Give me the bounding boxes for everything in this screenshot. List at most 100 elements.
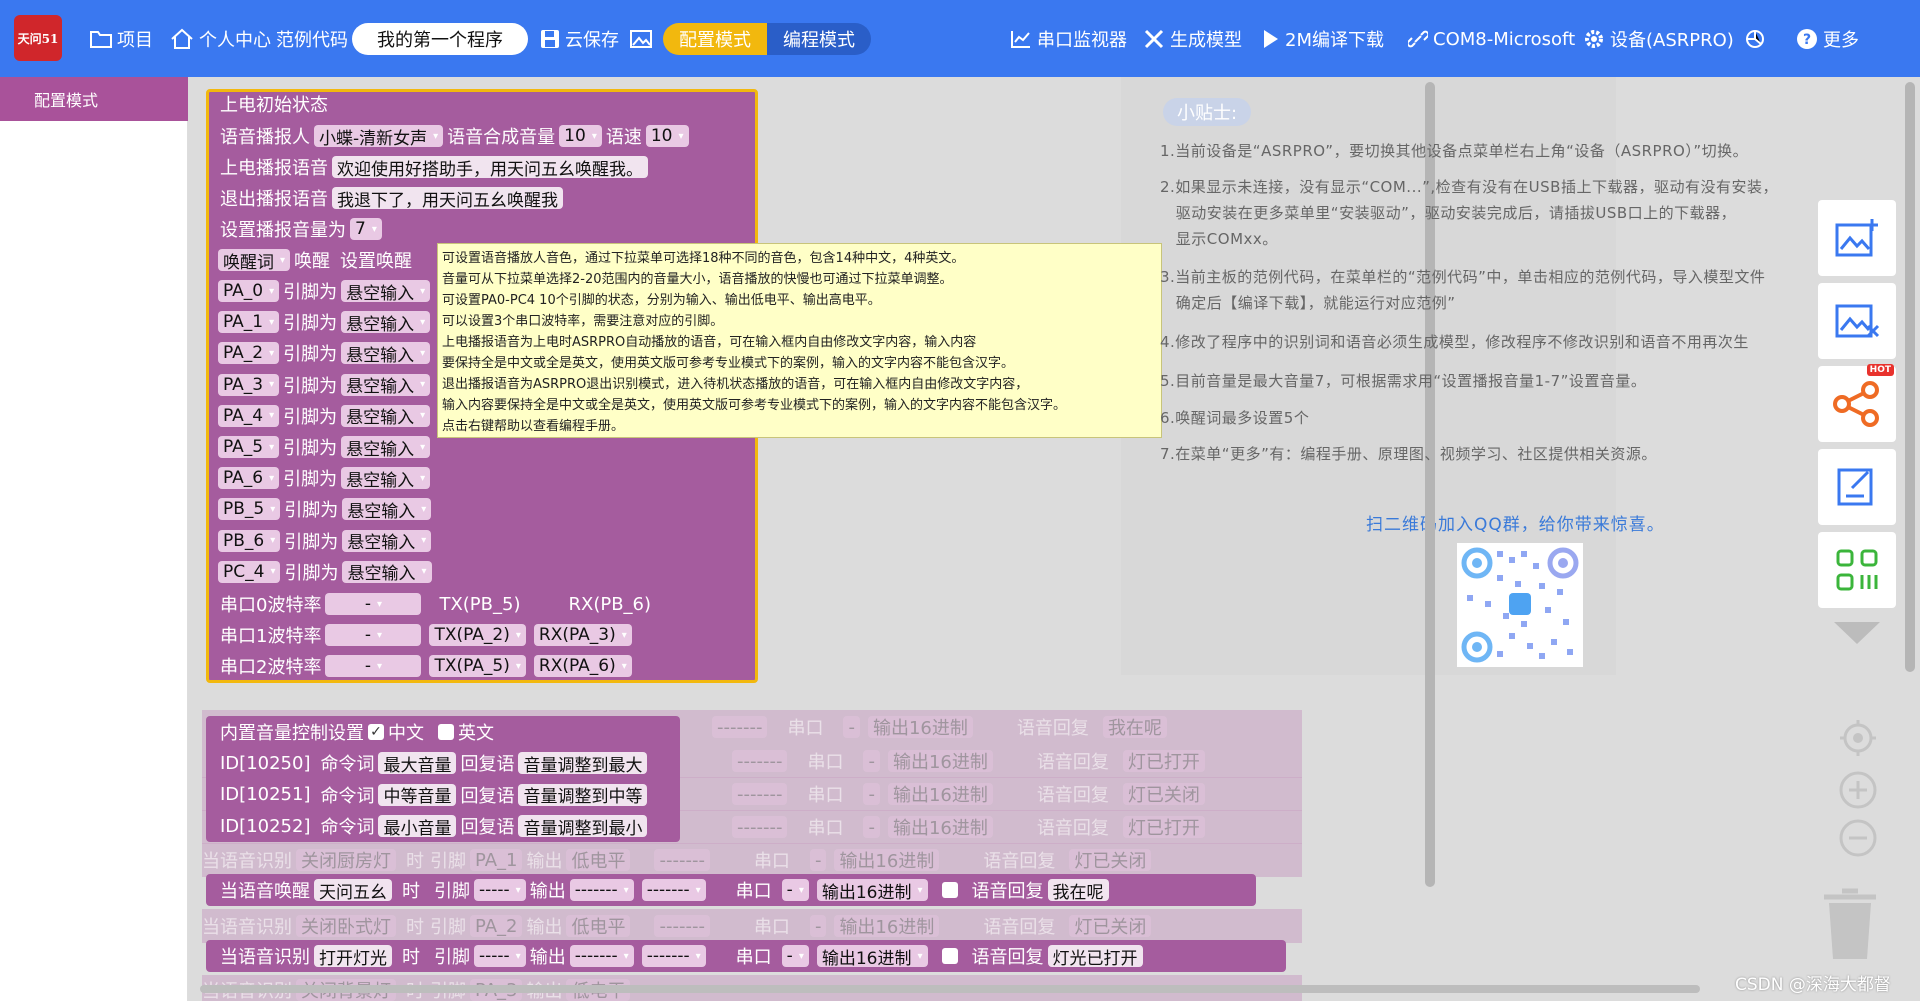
top-menu-bar: 天问51 项目 个人中心 范例代码 我的第一个程序 云保存 配置模式 编程模式 … [0,0,1920,77]
volume-cmd-row: ID[10252] 命令词 最小音量 回复语 音量调整到最小 [220,813,651,839]
wake-output2-dropdown[interactable]: ------- [641,879,706,901]
qr-tool-button[interactable] [1818,532,1896,608]
volume-cmd-row: ID[10250] 命令词 最大音量 回复语 音量调整到最大 [220,750,651,776]
serial-monitor-button[interactable]: 串口监视器 [1010,22,1127,56]
device-selector[interactable]: 设备(ASRPRO) [1583,22,1734,56]
zoom-in-icon[interactable] [1838,770,1878,810]
pin-dropdown[interactable]: PA_6 [218,467,280,490]
pin-mode-dropdown[interactable]: 悬空输入 [342,498,432,522]
volume-dropdown[interactable]: 7 [350,218,382,240]
image-button[interactable] [630,22,657,56]
recog-block-row: 当语音识别 打开灯光 时 引脚 ----- 输出 ------- -------… [220,943,1147,969]
left-category-panel: 配置模式 [0,77,188,1001]
port-selector[interactable]: COM8-Microsoft [1408,22,1575,56]
chinese-checkbox[interactable]: ✓ [368,724,384,740]
config-mode-tab[interactable]: 配置模式 [663,23,767,55]
generate-model-button[interactable]: 生成模型 [1143,22,1242,56]
project-menu[interactable]: 项目 [90,22,153,56]
uart1-tx-dropdown[interactable]: TX(PA_2) [429,624,526,646]
recog-hex-checkbox[interactable] [941,948,958,964]
announcer-dropdown[interactable]: 小蝶-清新女声 [314,125,444,149]
wake-hex-checkbox[interactable] [941,882,958,898]
recog-output-dropdown[interactable]: ------- [569,945,634,967]
uart2-baud-dropdown[interactable]: - [325,655,422,677]
volume-block-title-row: 内置音量控制设置 ✓ 中文 英文 [220,723,494,744]
center-icon[interactable] [1838,718,1878,758]
cloud-save-button[interactable]: 云保存 [540,22,619,56]
wake-uart-dropdown[interactable]: - [781,879,809,901]
qq-group-text[interactable]: 扫二维码加入QQ群，给你带来惊喜。 [1366,510,1665,535]
pin-mode-dropdown[interactable]: 悬空输入 [341,342,431,366]
pin-dropdown[interactable]: PA_0 [218,280,280,302]
image-icon [630,30,652,48]
pin-dropdown[interactable]: PB_5 [218,498,281,521]
personal-center-menu[interactable]: 个人中心 [170,22,271,56]
horizontal-scrollbar[interactable] [200,985,1700,993]
hot-badge: HOT [1866,364,1894,376]
tts-volume-dropdown[interactable]: 10 [559,125,602,147]
theme-button[interactable] [1745,22,1770,56]
qr-icon [1836,549,1878,591]
recog-hex-dropdown[interactable]: 输出16进制 [816,945,928,969]
pin-mode-dropdown[interactable]: 悬空输入 [342,529,432,553]
power-on-voice-input[interactable]: 欢迎使用好搭助手，用天问五幺唤醒我。 [332,156,648,180]
volume-reply-input[interactable]: 音量调整到最大 [518,752,648,776]
volume-reply-input[interactable]: 音量调整到最小 [518,815,648,839]
recog-output2-dropdown[interactable]: ------- [641,945,706,967]
left-tab-config[interactable]: 配置模式 [0,77,188,121]
uart2-tx-dropdown[interactable]: TX(PA_5) [429,655,526,677]
pin-mode-dropdown[interactable]: 悬空输入 [341,280,431,304]
uart0-baud-dropdown[interactable]: - [325,593,422,615]
trash-icon[interactable] [1820,887,1880,961]
help-tooltip: 可设置语音播放人音色，通过下拉菜单可选择18种不同的音色，包含14种中文，4种英… [437,243,1162,438]
uart1-baud-dropdown[interactable]: - [325,624,422,646]
pin-mode-dropdown[interactable]: 悬空输入 [341,404,431,428]
exit-voice-input[interactable]: 我退下了，用天问五幺唤醒我 [332,187,563,211]
wake-pin-dropdown[interactable]: ----- [474,879,526,901]
volume-cmd-input[interactable]: 最大音量 [378,752,457,776]
tooltip-line: 上电播报语音为上电时ASRPRO自动播放的语音，可在输入框内自由修改文字内容，输… [442,335,977,350]
recog-uart-dropdown[interactable]: - [781,945,809,967]
wake-word-input[interactable]: 天问五幺 [314,879,392,903]
pin-dropdown[interactable]: PA_4 [218,404,280,427]
wake-output-dropdown[interactable]: ------- [569,879,634,901]
pin-mode-dropdown[interactable]: 悬空输入 [341,467,431,491]
pin-dropdown[interactable]: PC_4 [218,560,281,583]
tooltip-line: 要保持全是中文或全是英文，使用英文版可参考专业模式下的案例，输入的文字内容不能包… [442,356,1015,371]
pin-mode-dropdown[interactable]: 悬空输入 [341,436,431,460]
compile-download-button[interactable]: 2M编译下载 [1262,22,1384,56]
wake-word-dropdown[interactable]: 唤醒词 [218,249,291,273]
volume-cmd-input[interactable]: 中等音量 [378,783,457,807]
pin-dropdown[interactable]: PB_6 [218,529,281,552]
pin-dropdown[interactable]: PA_2 [218,342,280,365]
pin-row: PB_5引脚为悬空输入 [214,496,435,522]
tip-item: 2.如果显示未连接，没有显示“COM...”,检查有没有在USB插上下载器，驱动… [1160,178,1778,196]
recog-pin-dropdown[interactable]: ----- [474,945,526,967]
pin-dropdown[interactable]: PA_3 [218,373,280,396]
uart1-rx-dropdown[interactable]: RX(PA_3) [533,624,632,646]
pin-mode-dropdown[interactable]: 悬空输入 [341,311,431,335]
volume-reply-input[interactable]: 音量调整到中等 [518,783,648,807]
ghost-recog-row: 当语音识别 关闭卧式灯 时引脚 PA_2 输出 低电平 ------- 串口 - 输出1… [202,913,1155,939]
more-menu[interactable]: ? 更多 [1796,22,1859,56]
speed-dropdown[interactable]: 10 [645,125,689,147]
pin-dropdown[interactable]: PA_5 [218,436,280,458]
code-mode-tab[interactable]: 编程模式 [767,23,871,55]
recog-word-input[interactable]: 打开灯光 [314,945,392,969]
tips-scrollbar[interactable] [1905,82,1915,672]
program-name-field[interactable]: 我的第一个程序 [352,23,528,55]
pin-mode-dropdown[interactable]: 悬空输入 [341,373,431,397]
block-workspace[interactable]: ------- 串口 - 输出16进制 语音回复 我在呢 ------- 串口 - 输… [188,77,1920,1001]
example-code-menu[interactable]: 范例代码 [276,22,348,56]
pin-dropdown[interactable]: PA_1 [218,311,280,334]
wake-reply-input[interactable]: 我在呢 [1047,879,1109,903]
zoom-out-icon[interactable] [1838,818,1878,858]
uart2-rx-dropdown[interactable]: RX(PA_6) [533,655,632,677]
volume-row: 设置播报音量为 7 [220,216,386,242]
collapse-arrow-icon[interactable] [1832,620,1882,646]
recog-reply-input[interactable]: 灯光已打开 [1047,945,1143,969]
pin-mode-dropdown[interactable]: 悬空输入 [342,560,432,584]
wake-hex-dropdown[interactable]: 输出16进制 [816,879,928,903]
english-checkbox[interactable] [438,724,454,740]
volume-cmd-input[interactable]: 最小音量 [378,815,457,839]
